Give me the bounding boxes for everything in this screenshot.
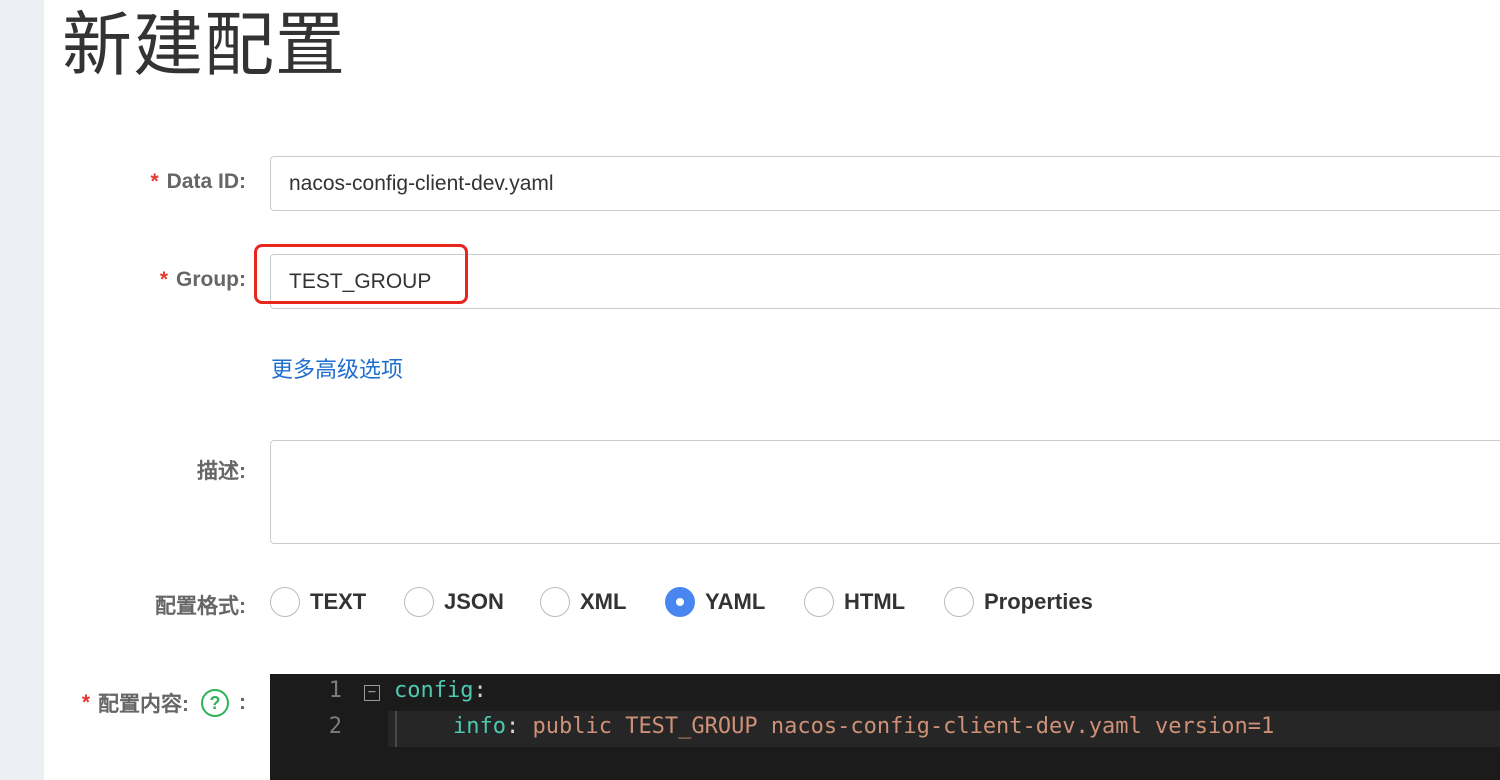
radio-button-checked[interactable] [665,587,695,617]
fold-minus-icon[interactable]: − [364,685,380,701]
code-value: public TEST_GROUP nacos-config-client-de… [519,714,1275,739]
format-option-yaml[interactable]: YAML [665,584,765,620]
format-option-label: JSON [444,589,504,614]
data-id-label: * Data ID: [150,170,246,194]
left-sidebar-strip [0,0,44,780]
required-mark: * [150,170,159,193]
required-mark: * [159,268,169,291]
data-id-label-text: Data ID: [166,170,246,193]
advanced-options-link[interactable]: 更多高级选项 [271,352,403,384]
question-circle-icon[interactable]: ? [201,689,229,717]
description-textarea[interactable] [270,440,1500,544]
code-line: config: [394,678,487,703]
format-label-text: 配置格式: [155,595,246,618]
code-line: info: public TEST_GROUP nacos-config-cli… [453,714,1274,739]
content-label-colon: : [239,691,246,714]
code-key: info [453,714,506,739]
format-option-label: HTML [844,589,906,614]
radio-button[interactable] [404,587,434,617]
line-number: 2 [328,714,342,739]
radio-button[interactable] [270,587,300,617]
data-id-input[interactable]: nacos-config-client-dev.yaml [270,156,1500,211]
indent-guide [395,711,397,747]
code-colon: : [473,678,487,703]
format-option-properties[interactable]: Properties [944,584,1093,620]
group-label-text: Group: [176,268,246,291]
format-option-label: TEXT [310,589,367,614]
description-label-text: 描述: [197,460,246,483]
description-label: 描述: [197,455,246,485]
group-label: * Group: [160,268,246,292]
code-editor[interactable]: 1 2 − config: info: public TEST_GROUP na… [270,674,1500,780]
required-mark: * [81,691,90,714]
content-label: * 配置内容: ? : [82,688,246,718]
code-key: config [394,678,474,703]
format-option-label: XML [580,589,627,614]
line-number: 1 [328,678,342,703]
radio-button[interactable] [804,587,834,617]
content-label-text: 配置内容: [98,693,189,716]
radio-button[interactable] [944,587,974,617]
radio-button[interactable] [540,587,570,617]
format-option-label: Properties [984,589,1093,614]
format-label: 配置格式: [155,590,246,620]
format-option-text[interactable]: TEXT [270,584,366,620]
format-option-html[interactable]: HTML [804,584,905,620]
code-colon: : [505,714,520,739]
data-id-value: nacos-config-client-dev.yaml [289,171,554,195]
format-option-json[interactable]: JSON [404,584,504,620]
page-title: 新建配置 [62,4,346,86]
format-option-xml[interactable]: XML [540,584,626,620]
group-highlight-annotation [254,244,468,304]
format-option-label: YAML [705,589,766,614]
